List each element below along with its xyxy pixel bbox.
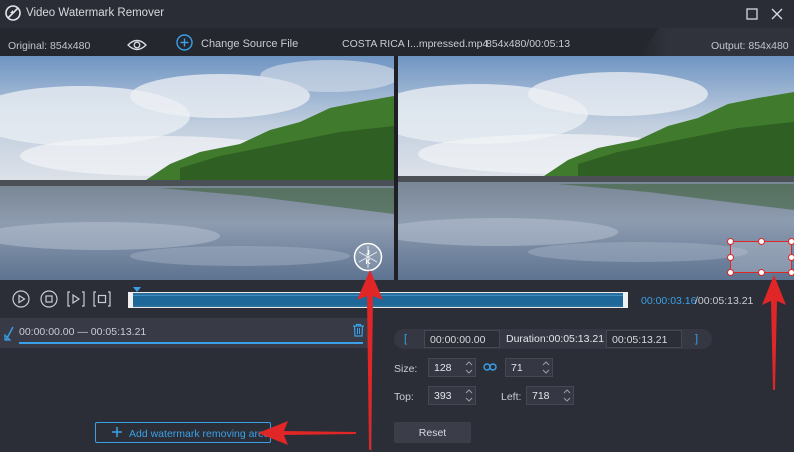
removal-area-row[interactable]: 00:00:00.00 — 00:05:13.21 bbox=[0, 318, 371, 348]
resize-handle-top-left[interactable] bbox=[727, 238, 734, 245]
range-marker-icon bbox=[4, 326, 14, 341]
end-time-value: 00:05:13.21 bbox=[612, 334, 668, 346]
plus-circle-icon[interactable] bbox=[176, 34, 193, 51]
width-stepper-icon[interactable] bbox=[465, 360, 473, 375]
top-value: 393 bbox=[434, 390, 452, 402]
original-preview bbox=[0, 56, 394, 280]
start-time-field[interactable]: 00:00:00.00 bbox=[424, 330, 500, 348]
annotation-arrow-left bbox=[258, 421, 356, 445]
file-meta: 854x480/00:05:13 bbox=[486, 38, 571, 50]
resize-handle-left[interactable] bbox=[727, 254, 734, 261]
duration-text: Duration:00:05:13.21 bbox=[506, 333, 605, 345]
playhead-marker[interactable] bbox=[133, 287, 141, 292]
width-value: 128 bbox=[434, 362, 452, 374]
app-logo-icon bbox=[5, 5, 21, 21]
info-bar: Original: 854x480 Change Source File COS… bbox=[0, 28, 794, 56]
close-icon[interactable] bbox=[769, 6, 785, 22]
timeline-start-handle[interactable] bbox=[128, 292, 133, 308]
removal-area-progress-line bbox=[19, 342, 363, 344]
top-input[interactable]: 393 bbox=[428, 386, 476, 405]
timeline-end-handle[interactable] bbox=[623, 292, 628, 308]
height-stepper-icon[interactable] bbox=[542, 360, 550, 375]
change-source-file-button[interactable]: Change Source File bbox=[201, 38, 298, 50]
height-input[interactable]: 71 bbox=[505, 358, 553, 377]
plus-icon bbox=[112, 427, 122, 437]
area-editor-panel: [ 00:00:00.00 Duration:00:05:13.21 00:05… bbox=[372, 318, 794, 452]
add-watermark-area-label: Add watermark removing area bbox=[129, 428, 270, 440]
file-name: COSTA RICA I...mpressed.mp4 bbox=[342, 38, 489, 50]
link-icon[interactable] bbox=[483, 362, 497, 372]
total-time: /00:05:13.21 bbox=[695, 295, 754, 307]
eye-icon[interactable] bbox=[127, 38, 147, 52]
start-time-value: 00:00:00.00 bbox=[430, 334, 486, 346]
maximize-icon[interactable] bbox=[744, 6, 760, 22]
app-title: Video Watermark Remover bbox=[26, 7, 165, 19]
left-label: Left: bbox=[501, 391, 522, 403]
original-resolution-label: Original: 854x480 bbox=[8, 40, 91, 52]
output-resolution-label: Output: 854x480 bbox=[711, 40, 789, 52]
duration-bar: [ 00:00:00.00 Duration:00:05:13.21 00:05… bbox=[394, 329, 712, 349]
stop-icon[interactable] bbox=[40, 290, 58, 308]
resize-handle-top[interactable] bbox=[758, 238, 765, 245]
original-video-frame bbox=[0, 56, 394, 280]
reset-label: Reset bbox=[418, 427, 447, 439]
resize-handle-top-right[interactable] bbox=[788, 238, 794, 245]
reset-button[interactable]: Reset bbox=[394, 422, 471, 443]
size-label: Size: bbox=[394, 363, 418, 375]
annotation-arrow-up-left bbox=[357, 270, 383, 450]
transport-bar: 00:00:03.16 /00:05:13.21 bbox=[0, 280, 794, 318]
next-frame-icon[interactable] bbox=[67, 290, 85, 308]
start-bracket-button[interactable]: [ bbox=[404, 333, 407, 345]
top-stepper-icon[interactable] bbox=[465, 388, 473, 403]
left-stepper-icon[interactable] bbox=[563, 388, 571, 403]
left-value: 718 bbox=[532, 390, 550, 402]
removal-area-selection[interactable] bbox=[727, 238, 794, 276]
end-time-field[interactable]: 00:05:13.21 bbox=[606, 330, 682, 348]
clip-icon[interactable] bbox=[93, 290, 111, 308]
current-time: 00:00:03.16 bbox=[641, 295, 697, 307]
end-bracket-button[interactable]: ] bbox=[695, 333, 698, 345]
resize-handle-right[interactable] bbox=[788, 254, 794, 261]
left-input[interactable]: 718 bbox=[526, 386, 574, 405]
height-value: 71 bbox=[511, 362, 523, 374]
removal-area-range: 00:00:00.00 — 00:05:13.21 bbox=[19, 326, 147, 338]
app-window: Video Watermark Remover Original: 854x48… bbox=[0, 0, 794, 452]
annotation-arrow-up-right bbox=[762, 275, 786, 390]
top-label: Top: bbox=[394, 391, 414, 403]
svg-text:J: J bbox=[366, 250, 370, 257]
watermark-logo-icon: J K bbox=[353, 242, 383, 272]
resize-handle-bottom-left[interactable] bbox=[727, 269, 734, 276]
play-icon[interactable] bbox=[12, 290, 30, 308]
add-watermark-area-button[interactable]: Add watermark removing area bbox=[95, 422, 271, 443]
width-input[interactable]: 128 bbox=[428, 358, 476, 377]
title-bar: Video Watermark Remover bbox=[0, 0, 794, 28]
svg-text:K: K bbox=[365, 259, 370, 266]
